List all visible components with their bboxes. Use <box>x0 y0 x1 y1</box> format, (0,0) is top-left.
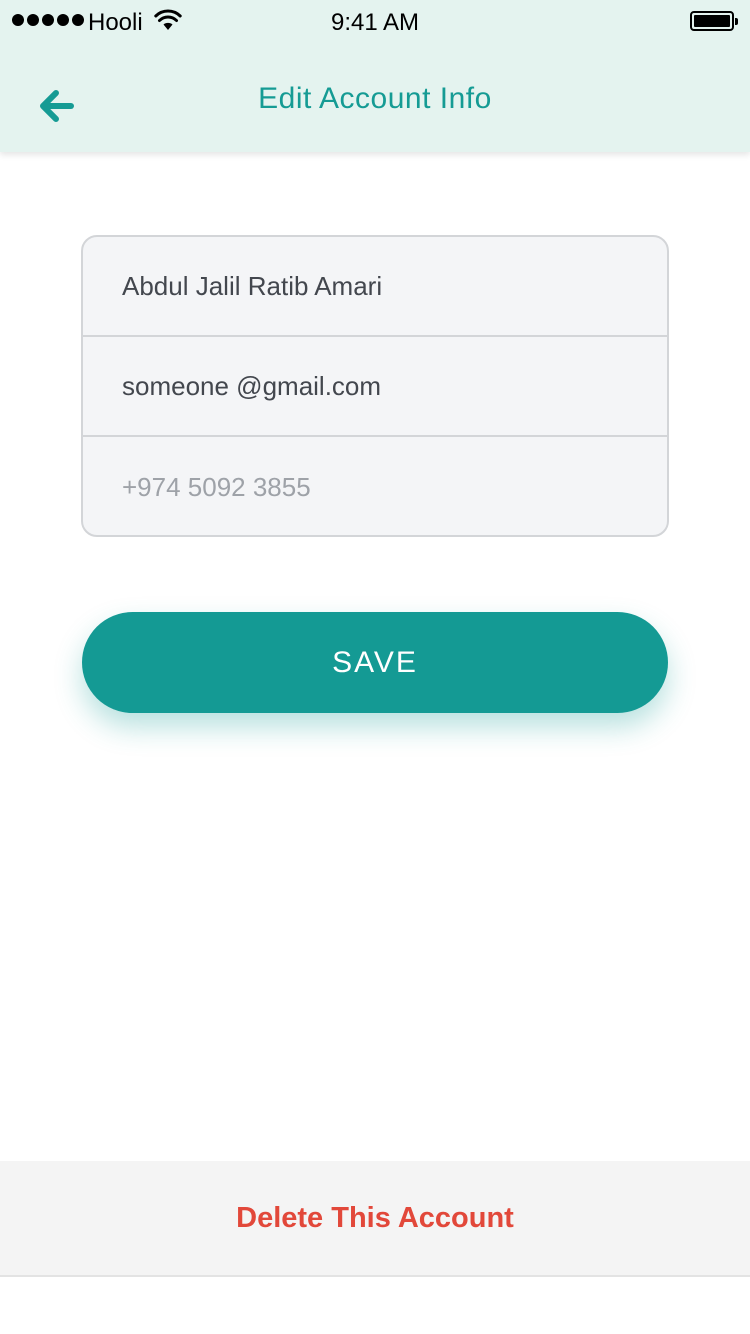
delete-account-bar: Delete This Account <box>0 1161 750 1277</box>
email-input[interactable] <box>122 370 667 402</box>
save-button[interactable]: SAVE <box>82 612 668 713</box>
top-header: Hooli 9:41 AM Edit Account Info <box>0 0 750 152</box>
account-form <box>81 235 669 537</box>
edit-account-screen: Hooli 9:41 AM Edit Account Info Abdul Ja… <box>0 0 750 1334</box>
phone-field-row <box>83 437 667 535</box>
name-field-row <box>83 237 667 337</box>
phone-input[interactable] <box>122 471 667 503</box>
battery-icon <box>690 11 738 31</box>
name-input[interactable] <box>122 270 667 302</box>
nav-bar: Edit Account Info <box>0 40 750 152</box>
status-time: 9:41 AM <box>330 9 420 36</box>
page-title: Edit Account Info <box>258 82 492 115</box>
status-bar: Hooli 9:41 AM <box>0 0 750 40</box>
email-field-row <box>83 337 667 437</box>
delete-account-button[interactable]: Delete This Account <box>236 1202 514 1235</box>
